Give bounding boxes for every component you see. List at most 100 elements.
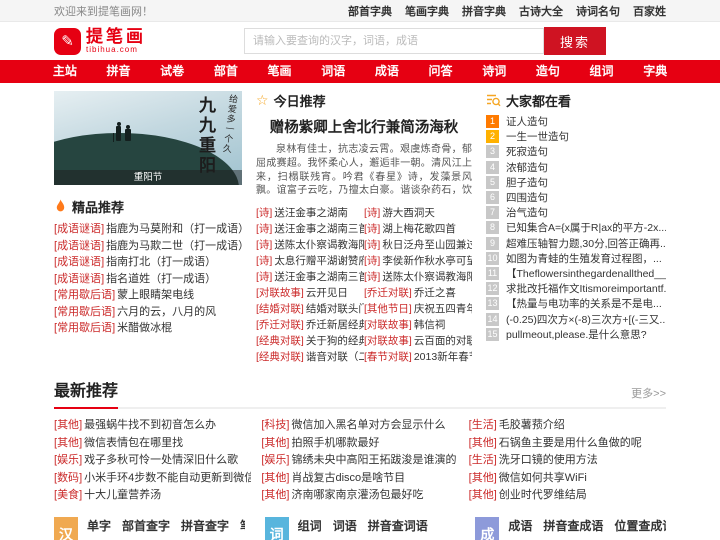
today-item[interactable]: 乔迁对联乔迁之喜 bbox=[364, 285, 472, 301]
premium-item[interactable]: 成语谜语指鹿为马莫附和（打一成语） bbox=[54, 221, 242, 238]
tab[interactable]: 拼音查成语 bbox=[543, 517, 603, 534]
search-input[interactable] bbox=[244, 28, 544, 54]
today-item[interactable]: 诗秋日泛舟至山园兼过法院次 bbox=[364, 237, 472, 253]
today-item[interactable]: 经典对联关于狗的经典对联 bbox=[256, 333, 364, 349]
premium-item[interactable]: 常用歇后语六月的云，八月的风 bbox=[54, 304, 242, 321]
hot-link[interactable]: 四围造句 bbox=[506, 190, 548, 205]
nav-item[interactable]: 部首 bbox=[199, 60, 253, 83]
latest-item[interactable]: 美食十大儿童营养汤 bbox=[54, 487, 251, 505]
flame-icon bbox=[56, 199, 65, 212]
nav-item[interactable]: 诗词 bbox=[467, 60, 521, 83]
tab[interactable]: 笔画查字 bbox=[240, 517, 245, 534]
latest-item[interactable]: 生活毛胶薯蓣介绍 bbox=[469, 417, 666, 435]
today-item[interactable]: 诗送汪金事之湖南 bbox=[256, 205, 364, 221]
today-item[interactable]: 诗送陈太仆察谒教海阳二首 bbox=[256, 237, 364, 253]
today-item[interactable]: 诗湖上梅花歌四首 bbox=[364, 221, 472, 237]
hot-link[interactable]: 死寂造句 bbox=[506, 144, 548, 159]
topbar-link[interactable]: 百家姓 bbox=[633, 3, 666, 19]
hot-link[interactable]: 胆子造句 bbox=[506, 175, 548, 190]
latest-item[interactable]: 娱乐锦绣未央中高阳王拓跋浚是谁演的 bbox=[261, 452, 458, 470]
latest-item[interactable]: 其他最强蜗牛找不到初音怎么办 bbox=[54, 417, 251, 435]
topbar-link[interactable]: 拼音字典 bbox=[462, 3, 506, 19]
tab[interactable]: 部首查字 bbox=[122, 517, 170, 534]
topbar-link[interactable]: 古诗大全 bbox=[519, 3, 563, 19]
latest-item[interactable]: 其他创业时代罗维结局 bbox=[469, 487, 666, 505]
today-item[interactable]: 结婚对联结婚对联头门用联 bbox=[256, 301, 364, 317]
latest-item[interactable]: 其他肖战复古disco是啥节目 bbox=[261, 470, 458, 488]
latest-item[interactable]: 娱乐戏子多秋可怜一处情深旧什么歌 bbox=[54, 452, 251, 470]
latest-item[interactable]: 科技微信加入黑名单对方会显示什么 bbox=[261, 417, 458, 435]
search-button[interactable]: 搜索 bbox=[544, 27, 606, 55]
hot-link[interactable]: 【Theflowersinthegardenallthed__... bbox=[506, 266, 666, 281]
tab[interactable]: 拼音查词语 bbox=[368, 517, 428, 534]
today-item[interactable]: 经典对联谐音对联（二） bbox=[256, 349, 364, 365]
today-item[interactable]: 诗太息行赠平湖谢赞府 bbox=[256, 253, 364, 269]
item-text: 米醋做冰棍 bbox=[117, 322, 173, 334]
today-item[interactable]: 诗李侯新作秋水亭可望松萝诸 bbox=[364, 253, 472, 269]
featured-article-title[interactable]: 赠杨紫卿上舍北行兼简汤海秋 bbox=[256, 116, 472, 137]
item-text: 乔迁之喜 bbox=[413, 287, 456, 299]
hot-link[interactable]: 求批改托福作文Itismoreimportantf... bbox=[506, 281, 666, 296]
nav-item[interactable]: 字典 bbox=[628, 60, 682, 83]
latest-item[interactable]: 生活洗牙口镜的使用方法 bbox=[469, 452, 666, 470]
latest-item[interactable]: 数码小米手环4步数不能自动更新到微信 bbox=[54, 470, 251, 488]
rank-badge: 2 bbox=[486, 130, 499, 144]
tab[interactable]: 拼音查字 bbox=[181, 517, 229, 534]
nav-item[interactable]: 问答 bbox=[414, 60, 468, 83]
premium-item[interactable]: 常用歇后语蒙上眼睛架电线 bbox=[54, 287, 242, 304]
tab[interactable]: 成语 bbox=[508, 517, 532, 534]
nav-item[interactable]: 成语 bbox=[360, 60, 414, 83]
today-item[interactable]: 诗送汪金事之湖南三首 其一 bbox=[256, 269, 364, 285]
topbar-link[interactable]: 笔画字典 bbox=[405, 3, 449, 19]
nav-item[interactable]: 主站 bbox=[38, 60, 92, 83]
today-item[interactable]: 春节对联2013新年春节对联通 bbox=[364, 349, 472, 365]
tab[interactable]: 组词 bbox=[298, 517, 322, 534]
hot-link[interactable]: 超难压轴智力题,30分,回答正确再... bbox=[506, 236, 666, 251]
tab[interactable]: 位置查成语 bbox=[614, 517, 666, 534]
today-item[interactable]: 诗游大酉洞天 bbox=[364, 205, 472, 221]
hot-link[interactable]: 已知集合A={x属于R|ax的平方-2x... bbox=[506, 220, 666, 235]
latest-item[interactable]: 其他微信表情包在哪里找 bbox=[54, 435, 251, 453]
today-item[interactable]: 对联故事云开见日 bbox=[256, 285, 364, 301]
hot-link[interactable]: 【热量与电功率的关系是不是电... bbox=[506, 296, 662, 311]
hot-link[interactable]: pullmeout,please.是什么意思? bbox=[506, 327, 647, 342]
hot-link[interactable]: 治气造句 bbox=[506, 205, 548, 220]
topbar-link[interactable]: 部首字典 bbox=[348, 3, 392, 19]
today-item[interactable]: 诗送陈太仆察谒教海阳二首 bbox=[364, 269, 472, 285]
nav-item[interactable]: 词语 bbox=[306, 60, 360, 83]
nav-item[interactable]: 拼音 bbox=[92, 60, 146, 83]
item-text: 戏子多秋可怜一处情深旧什么歌 bbox=[84, 454, 239, 466]
latest-item[interactable]: 其他微信如何共享WiFi bbox=[469, 470, 666, 488]
tab[interactable]: 词语 bbox=[333, 517, 357, 534]
hot-link[interactable]: 一生一世造句 bbox=[506, 129, 569, 144]
today-item[interactable]: 诗送汪金事之湖南三首 其三 bbox=[256, 221, 364, 237]
latest-item[interactable]: 其他石锅鱼主要是用什么鱼做的呢 bbox=[469, 435, 666, 453]
nav-item[interactable]: 组词 bbox=[575, 60, 629, 83]
hot-link[interactable]: 浓郁造句 bbox=[506, 160, 548, 175]
hot-link[interactable]: (-0.25)四次方×(-8)三次方+[(-三又... bbox=[506, 312, 666, 327]
premium-item[interactable]: 成语谜语指名道姓（打一成语） bbox=[54, 271, 242, 288]
hot-link[interactable]: 证人造句 bbox=[506, 114, 548, 129]
today-item[interactable]: 对联故事韩信祠 bbox=[364, 317, 472, 333]
more-link[interactable]: 更多>> bbox=[631, 385, 666, 401]
premium-item[interactable]: 常用歇后语米醋做冰棍 bbox=[54, 320, 242, 337]
today-list-left: 诗送汪金事之湖南 诗送汪金事之湖南三首 其三 诗送陈太仆察谒教海阳二首 诗太息行… bbox=[256, 205, 364, 365]
nav-item[interactable]: 试卷 bbox=[145, 60, 199, 83]
latest-item[interactable]: 其他拍照手机哪款最好 bbox=[261, 435, 458, 453]
latest-item[interactable]: 其他济南哪家南京灌汤包最好吃 bbox=[261, 487, 458, 505]
premium-item[interactable]: 成语谜语指鹿为马欺二世（打一成语） bbox=[54, 238, 242, 255]
hot-link[interactable]: 如图为青蛙的生殖发育过程图，... bbox=[506, 251, 662, 266]
nav-item[interactable]: 笔画 bbox=[253, 60, 307, 83]
hanzi-panel: 汉字字 单字部首查字拼音查字笔画查字 搜索 大家都在找的汉字 亦鼙丑结犸勃始蓦 bbox=[54, 516, 245, 540]
item-tag: 常用歇后语 bbox=[54, 289, 115, 301]
site-logo[interactable]: ✎ 提笔画 tibihua.com bbox=[54, 27, 146, 55]
today-item[interactable]: 乔迁对联乔迁新居经典对联节 bbox=[256, 317, 364, 333]
nav-item[interactable]: 造句 bbox=[521, 60, 575, 83]
hero-banner[interactable]: 九九重阳 给爱多一个久 重阳节 bbox=[54, 91, 242, 185]
hot-section: 大家都在看 1 证人造句 2 一生一世造句 3 死寂造句 4 浓郁造句 5 胆子造句 6四… bbox=[486, 91, 666, 365]
today-item[interactable]: 其他节日庆祝五四青年节对联 bbox=[364, 301, 472, 317]
premium-item[interactable]: 成语谜语指南打北（打一成语） bbox=[54, 254, 242, 271]
tab[interactable]: 单字 bbox=[87, 517, 111, 534]
today-item[interactable]: 对联故事云百面的对联乐 bbox=[364, 333, 472, 349]
topbar-link[interactable]: 诗词名句 bbox=[576, 3, 620, 19]
